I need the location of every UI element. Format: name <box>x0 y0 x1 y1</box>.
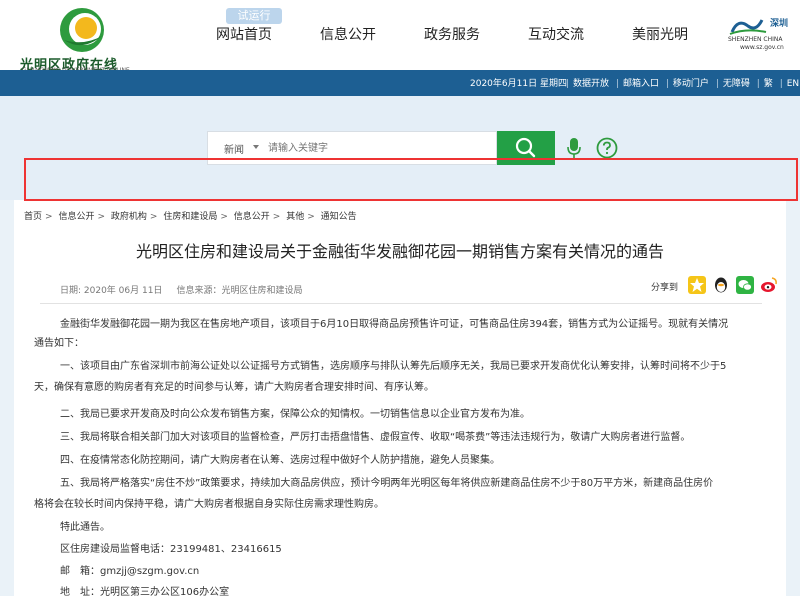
title-divider <box>40 303 762 304</box>
search-input[interactable] <box>268 139 488 157</box>
shenzhen-logo-subtitle: SHENZHEN CHINA <box>728 36 783 43</box>
top-utility-bar: 2020年6月11日 星期四 | 数据开放 | 邮箱入口 | 移动门户 | 无障碍 | 繁… <box>0 70 800 96</box>
qq-penguin-icon[interactable] <box>712 276 730 294</box>
shenzhen-logo[interactable]: 深圳 SHENZHEN CHINA www.sz.gov.cn <box>728 14 800 54</box>
current-date: 2020年6月11日 星期四 <box>470 79 567 89</box>
utility-links: | 数据开放 | 邮箱入口 | 移动门户 | 无障碍 | 繁 | EN <box>562 76 799 89</box>
article-paragraph: 通告如下： <box>34 338 84 349</box>
share-label: 分享到 <box>651 283 679 293</box>
help-question-icon[interactable] <box>596 137 618 159</box>
contact-email: 邮 箱：gmzjj@szgm.gov.cn <box>60 566 200 577</box>
chevron-down-icon[interactable] <box>253 145 259 149</box>
breadcrumb-housing-bureau[interactable]: 住房和建设局 <box>163 212 217 222</box>
utility-separator: | <box>779 79 783 89</box>
nav-gov-services[interactable]: 政务服务 <box>424 24 480 44</box>
breadcrumb-separator: > <box>149 212 158 222</box>
nav-interaction[interactable]: 互动交流 <box>528 24 584 44</box>
breadcrumb-home[interactable]: 首页 <box>24 212 42 222</box>
shenzhen-logo-icon <box>729 19 767 35</box>
link-mailbox[interactable]: 邮箱入口 <box>623 79 659 89</box>
breadcrumb-bureau-info[interactable]: 信息公开 <box>234 212 270 222</box>
breadcrumb-info-disclosure[interactable]: 信息公开 <box>58 212 94 222</box>
utility-separator: | <box>756 79 760 89</box>
breadcrumb-separator: > <box>45 212 53 222</box>
article-title: 光明区住房和建设局关于金融街华发融御花园一期销售方案有关情况的通告 <box>135 242 664 261</box>
microphone-icon[interactable] <box>567 137 581 159</box>
article-paragraph: 五、我局将严格落实“房住不炒”政策要求，持续加大商品房供应，预计今明两年光明区每… <box>60 478 714 489</box>
breadcrumb-separator: > <box>220 212 228 222</box>
nav-beautiful-guangming[interactable]: 美丽光明 <box>632 24 688 44</box>
article-paragraph: 三、我局将联合相关部门加大对该项目的监督检查，严厉打击捂盘惜售、虚假宣传、收取“… <box>60 432 691 443</box>
utility-separator: | <box>715 79 719 89</box>
shenzhen-logo-text: 深圳 <box>770 19 789 29</box>
contact-address: 地 址：光明区第三办公区106办公室 <box>60 587 230 596</box>
article-paragraph: 金融街华发融御花园一期为我区在售房地产项目，该项目于6月10日取得商品房预售许可… <box>60 319 729 330</box>
link-traditional-chinese[interactable]: 繁 <box>764 79 773 89</box>
link-english[interactable]: EN <box>787 79 799 89</box>
guangming-logo-icon[interactable] <box>58 6 106 54</box>
article-container: 首页 > 信息公开 > 政府机构 > 住房和建设局 > 信息公开 > 其他 > 通知公告 光… <box>14 200 786 596</box>
highlight-box <box>24 158 798 201</box>
article-paragraph: 格将会在较长时间内保持平稳，请广大购房者根据自身实际住房需求理性购房。 <box>34 499 384 510</box>
trial-badge: 试运行 <box>226 8 282 24</box>
link-data-open[interactable]: 数据开放 <box>573 79 609 89</box>
contact-phone: 区住房建设局监督电话：23199481、23416615 <box>60 544 282 555</box>
nav-home[interactable]: 网站首页 <box>216 24 272 44</box>
breadcrumb-separator: > <box>307 212 315 222</box>
wechat-icon[interactable] <box>736 276 754 294</box>
nav-info-disclosure[interactable]: 信息公开 <box>320 24 376 44</box>
article-paragraph: 天，确保有意愿的购房者有充足的时间参与认筹，请广大购房者合理安排时间、有序认筹。 <box>34 382 434 393</box>
breadcrumb: 首页 > 信息公开 > 政府机构 > 住房和建设局 > 信息公开 > 其他 > 通知公告 <box>24 209 357 222</box>
article-meta: 日期: 2020年 06月 11日 信息来源：光明区住房和建设局 <box>60 283 302 296</box>
weibo-icon[interactable] <box>760 276 778 294</box>
breadcrumb-gov-agencies[interactable]: 政府机构 <box>111 212 147 222</box>
article-source: 信息来源：光明区住房和建设局 <box>176 286 303 296</box>
article-paragraph: 一、该项目由广东省深圳市前海公证处以公证摇号方式销售，选房顺序与排队认筹先后顺序… <box>60 361 727 372</box>
breadcrumb-separator: > <box>97 212 105 222</box>
article-paragraph: 特此通告。 <box>60 522 110 533</box>
link-mobile-portal[interactable]: 移动门户 <box>673 79 709 89</box>
utility-separator: | <box>615 79 619 89</box>
shenzhen-logo-url: www.sz.gov.cn <box>740 44 784 51</box>
utility-separator: | <box>566 79 570 89</box>
site-header: 光明区政府在线 GUANGMING GOVERNMENT ONLINE 试运行 … <box>0 0 800 74</box>
search-category-select[interactable]: 新闻 <box>224 141 244 156</box>
breadcrumb-separator: > <box>272 212 281 222</box>
article-date: 日期: 2020年 06月 11日 <box>60 286 163 296</box>
article-paragraph: 四、在疫情常态化防控期间，请广大购房者在认筹、选房过程中做好个人防护措施，避免人… <box>60 455 500 466</box>
breadcrumb-notices[interactable]: 通知公告 <box>321 212 357 222</box>
article-paragraph: 二、我局已要求开发商及时向公众发布销售方案，保障公众的知情权。一切销售信息以企业… <box>60 409 530 420</box>
utility-separator: | <box>665 79 669 89</box>
link-accessibility[interactable]: 无障碍 <box>723 79 750 89</box>
qzone-star-icon[interactable] <box>688 276 706 294</box>
breadcrumb-other[interactable]: 其他 <box>286 212 304 222</box>
